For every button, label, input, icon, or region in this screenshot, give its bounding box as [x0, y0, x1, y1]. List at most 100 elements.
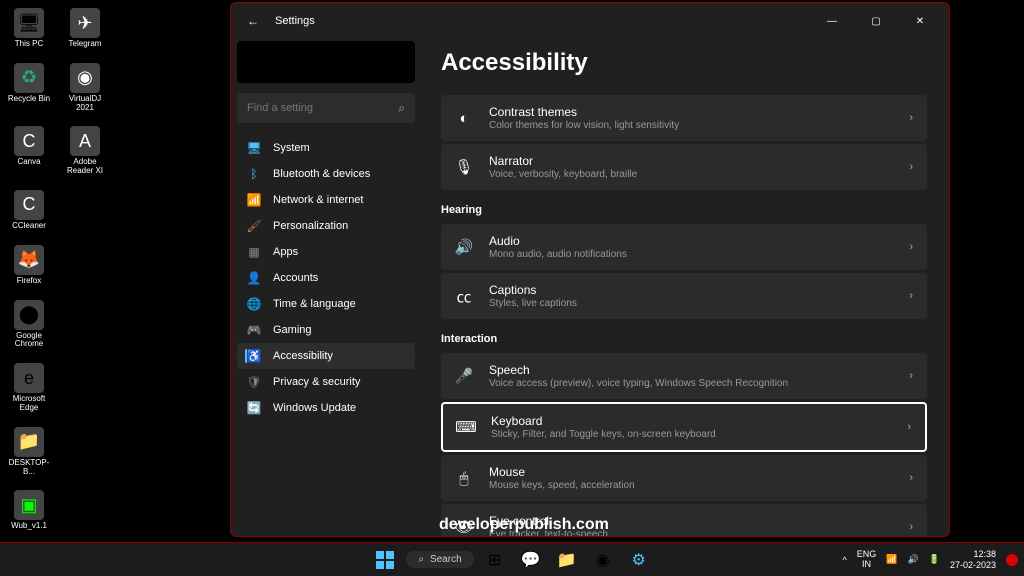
desktop-icon-this-pc[interactable]: 🖥This PC [5, 8, 53, 49]
setting-audio[interactable]: 🔊AudioMono audio, audio notifications› [441, 224, 927, 270]
tray-time: 12:38 [950, 549, 996, 560]
app-icon: e [14, 363, 44, 393]
desktop-icon-virtualdj-2021[interactable]: ◉VirtualDJ 2021 [61, 63, 109, 113]
sidebar-item-privacy[interactable]: 🛡Privacy & security [237, 369, 415, 395]
tray-wifi-icon[interactable]: 📶 [886, 554, 897, 565]
setting-desc: Color themes for low vision, light sensi… [489, 120, 893, 131]
desktop-icon-firefox[interactable]: 🦊Firefox [5, 245, 53, 286]
desktop-icon-desktop-b-[interactable]: 📁DESKTOP-B... [5, 427, 53, 477]
taskbar-search[interactable]: ⌕Search [406, 551, 473, 568]
setting-text: MouseMouse keys, speed, acceleration [489, 465, 893, 491]
setting-title: Contrast themes [489, 105, 893, 119]
sidebar-item-gaming[interactable]: 🎮Gaming [237, 317, 415, 343]
desktop-icon-canva[interactable]: CCanva [5, 126, 53, 176]
setting-contrast-themes[interactable]: ◐Contrast themesColor themes for low vis… [441, 95, 927, 141]
minimize-button[interactable]: — [811, 7, 853, 35]
taskbar-app-teams[interactable]: 💬 [516, 545, 546, 575]
taskbar-search-label: Search [430, 554, 462, 565]
sidebar-item-label: Accessibility [273, 350, 333, 362]
section-label-interaction: Interaction [441, 333, 927, 345]
taskbar: ⌕Search ⊞ 💬 📁 ◉ ⚙ ^ ENG IN 📶 🔊 🔋 12:38 2… [0, 542, 1024, 576]
sidebar-item-system[interactable]: 🖥System [237, 135, 415, 161]
setting-title: Speech [489, 363, 893, 377]
setting-title: Narrator [489, 154, 893, 168]
setting-captions[interactable]: ㏄CaptionsStyles, live captions› [441, 273, 927, 319]
time-language-icon: 🌐 [247, 297, 261, 311]
setting-speech[interactable]: 🎤SpeechVoice access (preview), voice typ… [441, 353, 927, 399]
setting-text: KeyboardSticky, Filter, and Toggle keys,… [491, 414, 891, 440]
sidebar-item-label: Time & language [273, 298, 356, 310]
tray-battery-icon[interactable]: 🔋 [929, 554, 940, 565]
taskbar-app-explorer[interactable]: 📁 [552, 545, 582, 575]
sidebar-item-label: Bluetooth & devices [273, 168, 370, 180]
maximize-button[interactable]: ▢ [855, 7, 897, 35]
setting-title: Audio [489, 234, 893, 248]
sidebar-item-bluetooth[interactable]: ᛒBluetooth & devices [237, 161, 415, 187]
app-icon: ◉ [70, 63, 100, 93]
sidebar-item-apps[interactable]: ▦Apps [237, 239, 415, 265]
icon-label: Telegram [69, 40, 102, 49]
app-icon: C [14, 126, 44, 156]
setting-desc: Mouse keys, speed, acceleration [489, 480, 893, 491]
sidebar-item-accounts[interactable]: 👤 Accounts [237, 265, 415, 291]
taskbar-app-chrome[interactable]: ◉ [588, 545, 618, 575]
app-icon: 🦊 [14, 245, 44, 275]
apps-icon: ▦ [247, 245, 261, 259]
task-view-button[interactable]: ⊞ [480, 545, 510, 575]
app-icon: 📁 [14, 427, 44, 457]
desktop-icon-google-chrome[interactable]: ⬤Google Chrome [5, 300, 53, 350]
search-box[interactable]: ⌕ [237, 93, 415, 123]
sidebar-item-label: Network & internet [273, 194, 363, 206]
sidebar-item-accessibility[interactable]: ♿ Accessibility [237, 343, 415, 369]
app-icon: ✈ [70, 8, 100, 38]
sidebar-item-personalization[interactable]: 🖌Personalization [237, 213, 415, 239]
desktop-icon-adobe-reader-xi[interactable]: AAdobe Reader XI [61, 126, 109, 176]
accessibility-icon: ♿ [247, 349, 261, 363]
tray-language[interactable]: ENG IN [857, 550, 877, 570]
sidebar-item-label: Windows Update [273, 402, 356, 414]
sidebar-item-label: Accounts [273, 272, 318, 284]
setting-text: NarratorVoice, verbosity, keyboard, brai… [489, 154, 893, 180]
sidebar: ⌕ 🖥SystemᛒBluetooth & devices 📶 Network & … [231, 39, 421, 536]
watermark: developerpublish.com [439, 516, 609, 534]
close-button[interactable]: ✕ [899, 7, 941, 35]
taskbar-center: ⌕Search ⊞ 💬 📁 ◉ ⚙ [370, 545, 653, 575]
start-button[interactable] [370, 545, 400, 575]
tray-clock[interactable]: 12:38 27-02-2023 [950, 549, 996, 571]
desktop-icon-microsoft-edge[interactable]: eMicrosoft Edge [5, 363, 53, 413]
window-title: Settings [275, 15, 315, 27]
tray-date: 27-02-2023 [950, 560, 996, 571]
captions-icon: ㏄ [455, 286, 473, 307]
desktop-icon-wub-v1-1[interactable]: ▣Wub_v1.1 [5, 490, 53, 531]
user-block[interactable] [237, 41, 415, 83]
setting-desc: Voice access (preview), voice typing, Wi… [489, 378, 893, 389]
search-input[interactable] [247, 102, 398, 114]
chevron-right-icon: › [909, 472, 913, 484]
setting-narrator[interactable]: 🎙NarratorVoice, verbosity, keyboard, bra… [441, 144, 927, 190]
tray-notification-icon[interactable] [1006, 554, 1018, 566]
back-button[interactable]: ← [239, 7, 267, 35]
network-icon: 📶 [247, 193, 261, 207]
icon-label: Recycle Bin [8, 95, 50, 104]
app-icon: ▣ [14, 490, 44, 520]
desktop-icons: 🖥This PC ✈ Telegram ♻Recycle Bin◉VirtualDJ … [5, 8, 109, 531]
desktop-icon-recycle-bin[interactable]: ♻Recycle Bin [5, 63, 53, 113]
keyboard-icon: ⌨ [457, 418, 475, 436]
desktop-icon-ccleaner[interactable]: CCCleaner [5, 190, 53, 231]
tray-chevron[interactable]: ^ [843, 555, 847, 565]
setting-mouse[interactable]: 🖱MouseMouse keys, speed, acceleration› [441, 455, 927, 501]
taskbar-app-settings[interactable]: ⚙ [624, 545, 654, 575]
sidebar-item-windows-update[interactable]: 🔄Windows Update [237, 395, 415, 421]
app-icon: A [70, 126, 100, 156]
tray-volume-icon[interactable]: 🔊 [908, 554, 919, 565]
icon-label: Google Chrome [5, 332, 53, 350]
chevron-right-icon: › [909, 521, 913, 533]
setting-keyboard[interactable]: ⌨ KeyboardSticky, Filter, and Toggle keys… [441, 402, 927, 452]
sidebar-item-network[interactable]: 📶 Network & internet [237, 187, 415, 213]
chevron-right-icon: › [909, 112, 913, 124]
desktop-icon-telegram[interactable]: ✈ Telegram [61, 8, 109, 49]
content: Accessibility ◐Contrast themesColor them… [421, 39, 949, 536]
titlebar: ← Settings — ▢ ✕ [231, 3, 949, 39]
sidebar-item-time-language[interactable]: 🌐 Time & language [237, 291, 415, 317]
accounts-icon: 👤 [247, 271, 261, 285]
